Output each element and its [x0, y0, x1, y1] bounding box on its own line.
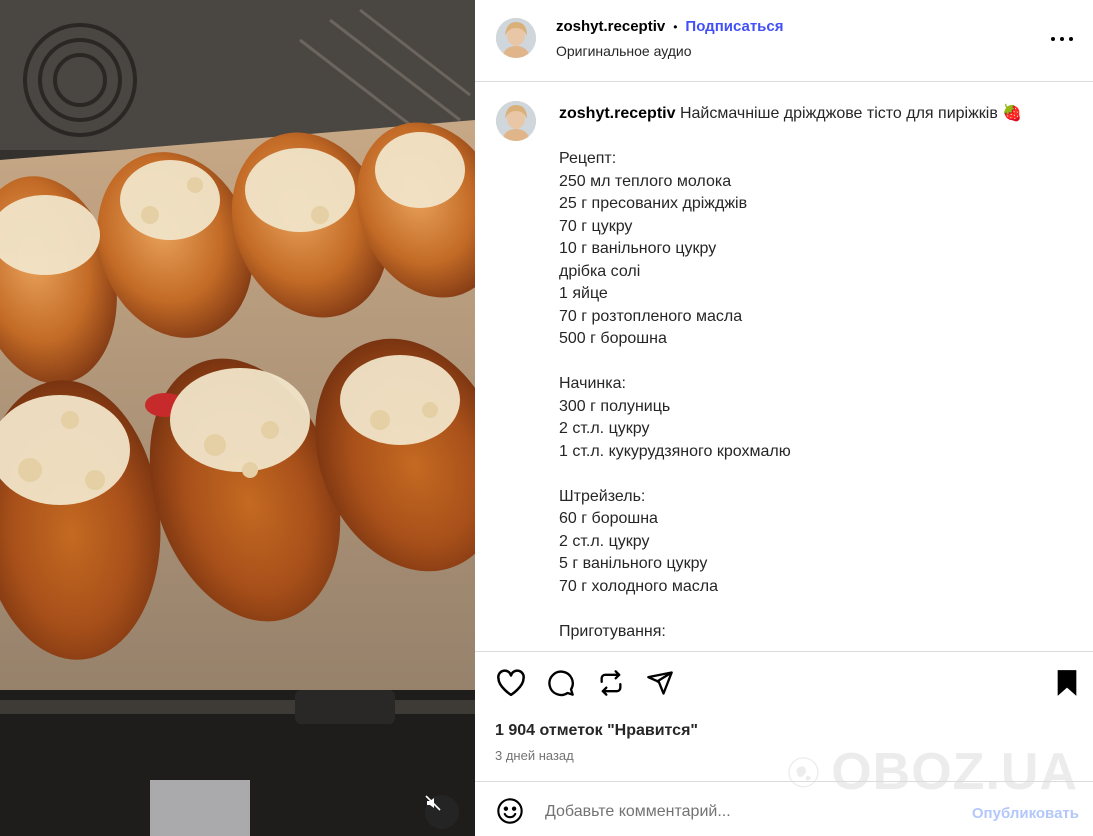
caption-line: 1 ст.л. кукурудзяного крохмалю — [559, 442, 791, 460]
audio-label[interactable]: Оригинальное аудио — [556, 43, 692, 59]
caption-line: 10 г ванільного цукру — [559, 240, 717, 257]
caption-username[interactable]: zoshyt.receptiv — [559, 105, 675, 122]
caption-line: 300 г полуниць — [559, 397, 671, 415]
share-button[interactable] — [644, 669, 676, 701]
follow-button[interactable]: Подписаться — [685, 18, 783, 35]
caption-line: 250 мл теплого молока — [559, 172, 732, 190]
caption-line: 5 г ванільного цукру — [559, 555, 708, 572]
bookmark-icon — [1055, 669, 1079, 702]
caption-line: Начинка: — [559, 375, 626, 392]
heart-icon — [496, 668, 526, 702]
username[interactable]: zoshyt.receptiv — [556, 18, 665, 35]
caption-line: дрібка солі — [559, 262, 641, 280]
post-media[interactable] — [0, 0, 475, 836]
emoji-button[interactable] — [495, 797, 525, 830]
caption-line: 1 яйце — [559, 285, 608, 302]
comment-icon — [547, 669, 575, 702]
caption-line: Рецепт: — [559, 150, 617, 167]
caption-line: Приготування: — [559, 622, 666, 640]
comment-input[interactable] — [545, 799, 925, 825]
more-icon[interactable] — [1051, 28, 1073, 50]
caption-body: Рецепт: 250 мл теплого молока 25 г пресова… — [559, 126, 1069, 644]
caption-line: 60 г борошна — [559, 510, 658, 527]
send-icon — [646, 669, 674, 702]
save-button[interactable] — [1051, 669, 1083, 701]
caption-line — [559, 126, 1069, 149]
post-time[interactable]: 3 дней назад — [495, 748, 574, 763]
repost-button[interactable] — [595, 669, 627, 701]
caption-line: Штрейзель: — [559, 487, 646, 505]
publish-button[interactable]: Опубликовать — [972, 805, 1079, 822]
like-button[interactable] — [495, 668, 527, 702]
caption-title: Найсмачніше дріжджове тісто для пиріжків… — [679, 105, 1023, 122]
caption-line: 2 ст.л. цукру — [559, 420, 650, 437]
avatar[interactable] — [496, 101, 536, 141]
caption-line — [559, 598, 1069, 621]
pastries-image — [0, 0, 475, 836]
mute-button[interactable] — [425, 795, 459, 829]
caption-line: 25 г пресованих дріжджів — [559, 195, 748, 212]
caption-line: 70 г цукру — [559, 217, 633, 235]
caption-line: 70 г розтопленого масла — [559, 307, 743, 325]
likes-count[interactable]: 1 904 отметок "Нравится" — [495, 722, 698, 740]
caption-line: 500 г борошна — [559, 330, 667, 347]
post-panel: zoshyt.receptiv • Подписаться Оригинальн… — [475, 0, 1093, 836]
separator-dot: • — [673, 19, 678, 34]
comment-bar: Опубликовать — [475, 781, 1093, 836]
caption-line: 70 г холодного масла — [559, 577, 718, 595]
caption-line — [559, 351, 1069, 374]
emoji-icon — [496, 797, 524, 830]
post-header: zoshyt.receptiv • Подписаться Оригинальн… — [475, 0, 1093, 82]
comment-button[interactable] — [545, 669, 577, 701]
caption-line — [559, 463, 1069, 486]
caption-area: zoshyt.receptiv Найсмачніше дріжджове ті… — [475, 83, 1093, 651]
repost-icon — [597, 669, 625, 702]
caption: zoshyt.receptiv Найсмачніше дріжджове ті… — [559, 103, 1069, 643]
avatar[interactable] — [496, 18, 536, 58]
caption-line: 2 ст.л. цукру — [559, 532, 650, 550]
